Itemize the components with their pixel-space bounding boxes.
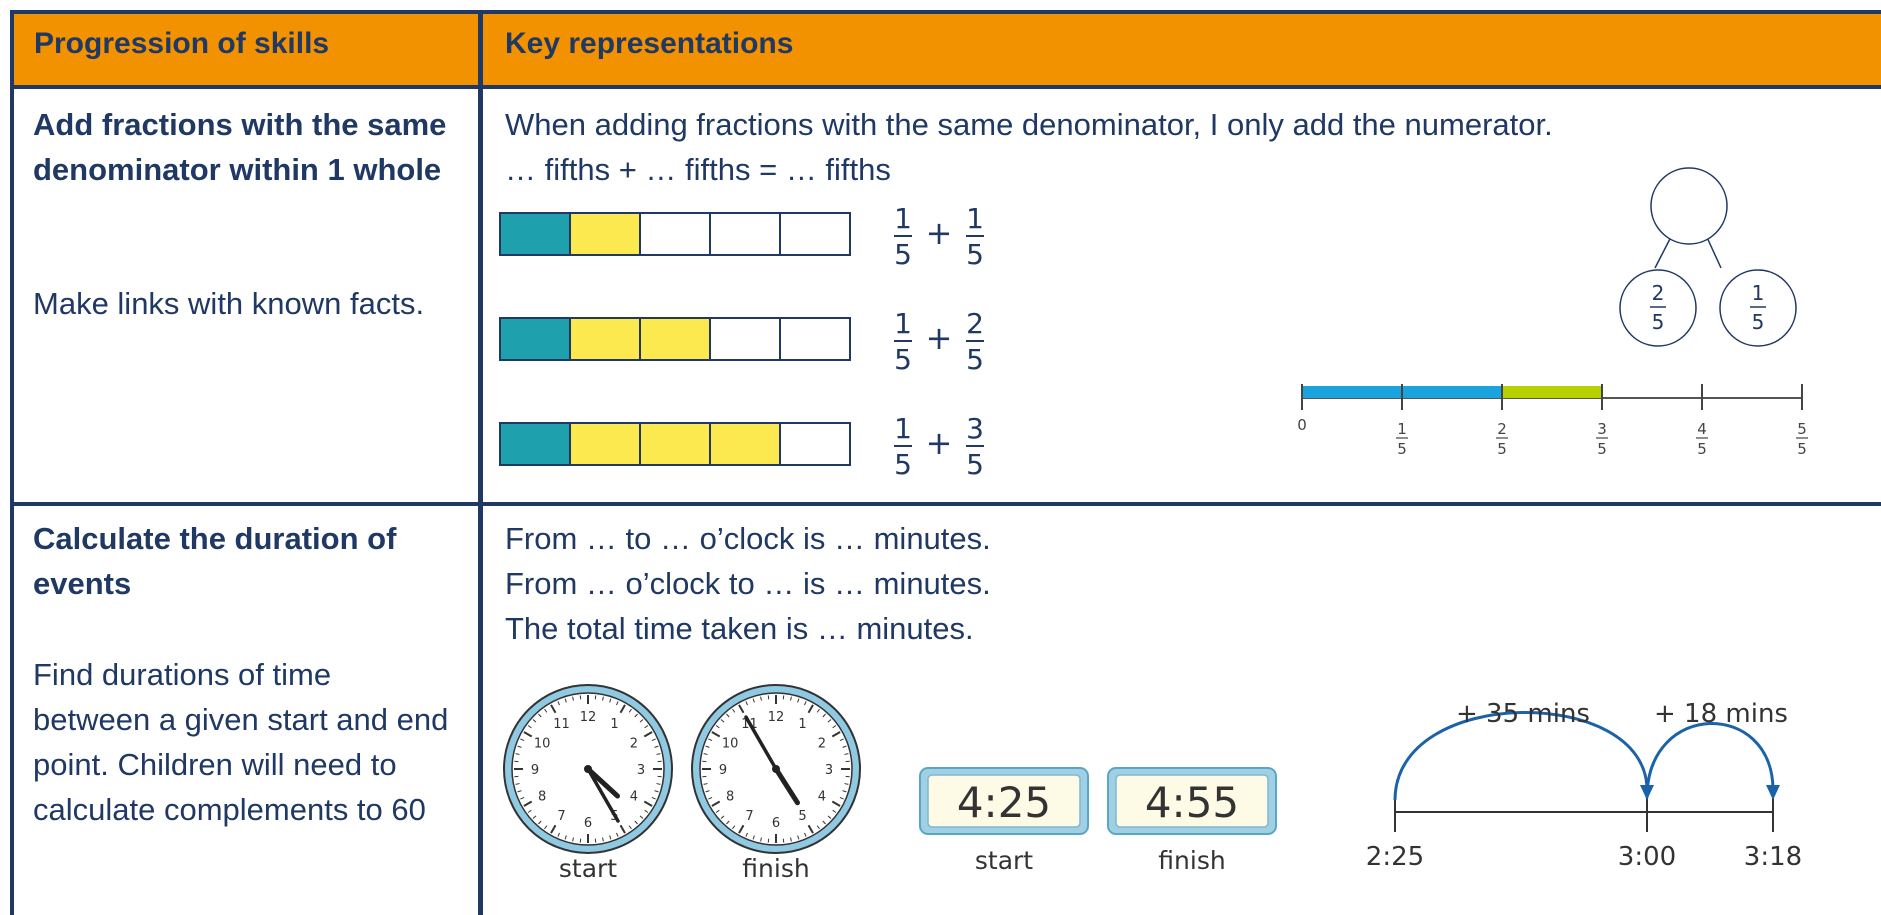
bar-cell <box>569 422 641 466</box>
sum-second-fraction-numerator: 3 <box>966 412 984 445</box>
duration-timeline: + 35 mins + 18 mins 2:25 3:00 3:18 <box>1366 699 1802 872</box>
timeline-point-2: 3:00 <box>1618 842 1676 872</box>
number-line-label-denominator: 5 <box>1597 440 1607 458</box>
clock-label: finish <box>742 854 809 883</box>
analog-clock-start: 123456789101112start <box>503 684 673 883</box>
clock-numeral: 7 <box>745 809 753 824</box>
clock-numeral: 4 <box>630 790 638 805</box>
plus-sign: + <box>926 319 953 357</box>
clock-numeral: 6 <box>772 816 780 831</box>
bar-cell <box>499 317 571 361</box>
sum-first-fraction-numerator: 1 <box>894 307 912 340</box>
digital-clocks: 4:25 start 4:55 finish <box>919 767 1277 875</box>
bar-cell <box>709 422 781 466</box>
clock-numeral: 12 <box>580 710 597 725</box>
bar-cell <box>639 317 711 361</box>
number-line-label-denominator: 5 <box>1797 440 1807 458</box>
number-line-label-denominator: 5 <box>1497 440 1507 458</box>
timeline-point-1: 2:25 <box>1366 842 1424 872</box>
digital-clock-start-label: start <box>975 846 1033 875</box>
number-line-label-numerator: 1 <box>1397 420 1407 438</box>
jump-arc-2 <box>1645 722 1775 799</box>
number-line-label-denominator: 5 <box>1697 440 1707 458</box>
number-line-label: 0 <box>1297 416 1307 434</box>
row2-skill-note: Find durations of time between a given s… <box>33 657 449 827</box>
bar-cell <box>569 317 641 361</box>
clock-numeral: 11 <box>553 717 570 732</box>
clock-numeral: 2 <box>818 737 826 752</box>
part-whole-model: 2 5 1 5 <box>1619 167 1797 347</box>
sum-first-fraction-denominator: 5 <box>894 343 912 376</box>
part-right-numerator: 1 <box>1752 281 1765 305</box>
clock-numeral: 8 <box>538 790 546 805</box>
sum-second-fraction-numerator: 2 <box>966 307 984 340</box>
plus-sign: + <box>926 424 953 462</box>
plus-sign: + <box>926 214 953 252</box>
digital-clock-start-time: 4:25 <box>957 778 1051 827</box>
number-line-label-numerator: 5 <box>1797 420 1807 438</box>
number-line-label-denominator: 5 <box>1397 440 1407 458</box>
row2-skill-title: Calculate the duration of events <box>33 521 397 601</box>
sum-first-fraction-numerator: 1 <box>894 412 912 445</box>
sum-first-fraction-denominator: 5 <box>894 448 912 481</box>
clock-numeral: 5 <box>798 809 806 824</box>
clock-numeral: 4 <box>818 790 826 805</box>
number-line-label-numerator: 4 <box>1697 420 1707 438</box>
timeline-point-3: 3:18 <box>1744 842 1802 872</box>
sum-first-fraction-denominator: 5 <box>894 238 912 271</box>
bar-cell <box>639 212 711 256</box>
fraction-number-line: 0 1 5 2 5 3 5 4 5 5 5 <box>1297 384 1808 458</box>
sum-second-fraction-denominator: 5 <box>966 238 984 271</box>
clock-numeral: 8 <box>726 790 734 805</box>
bar-cell <box>709 212 781 256</box>
whole-circle <box>1650 167 1728 245</box>
row2-sentence-1: From … to … o’clock is … minutes. <box>505 521 991 556</box>
part-right-denominator: 5 <box>1752 310 1765 334</box>
clock-label: start <box>559 854 617 883</box>
part-left-numerator: 2 <box>1652 281 1665 305</box>
row2-sentence-2: From … o’clock to … is … minutes. <box>505 566 991 601</box>
bar-cell <box>499 212 571 256</box>
bar-cell <box>569 212 641 256</box>
clock-numeral: 10 <box>722 737 739 752</box>
clock-numeral: 3 <box>825 763 833 778</box>
number-line-label-numerator: 2 <box>1497 420 1507 438</box>
analog-clock-finish: 123456789101112finish <box>691 684 861 883</box>
clock-numeral: 3 <box>637 763 645 778</box>
bar-cell <box>499 422 571 466</box>
jump-label-1: + 35 mins <box>1456 699 1590 729</box>
sum-second-fraction-denominator: 5 <box>966 448 984 481</box>
clock-numeral: 9 <box>719 763 727 778</box>
number-line-label-numerator: 3 <box>1597 420 1607 438</box>
clock-numeral: 6 <box>584 816 592 831</box>
jump-label-2: + 18 mins <box>1654 699 1788 729</box>
sum-second-fraction-denominator: 5 <box>966 343 984 376</box>
clock-numeral: 9 <box>531 763 539 778</box>
clock-numeral: 1 <box>798 717 806 732</box>
bar-cell <box>779 212 851 256</box>
bar-cell <box>779 422 851 466</box>
clock-numeral: 10 <box>534 737 551 752</box>
bar-cell <box>709 317 781 361</box>
sum-first-fraction-numerator: 1 <box>894 202 912 235</box>
skills-table: Progression of skills Key representation… <box>0 0 1881 915</box>
clock-numeral: 1 <box>610 717 618 732</box>
clock-numeral: 2 <box>630 737 638 752</box>
digital-clock-finish-time: 4:55 <box>1145 778 1239 827</box>
clock-numeral: 7 <box>557 809 565 824</box>
number-line-green-segment <box>1502 386 1602 398</box>
bar-cell <box>779 317 851 361</box>
row2-sentence-3: The total time taken is … minutes. <box>505 611 974 646</box>
digital-clock-finish-label: finish <box>1158 846 1225 875</box>
clock-numeral: 12 <box>768 710 785 725</box>
part-left-denominator: 5 <box>1652 310 1665 334</box>
sum-second-fraction-numerator: 1 <box>966 202 984 235</box>
bar-cell <box>639 422 711 466</box>
